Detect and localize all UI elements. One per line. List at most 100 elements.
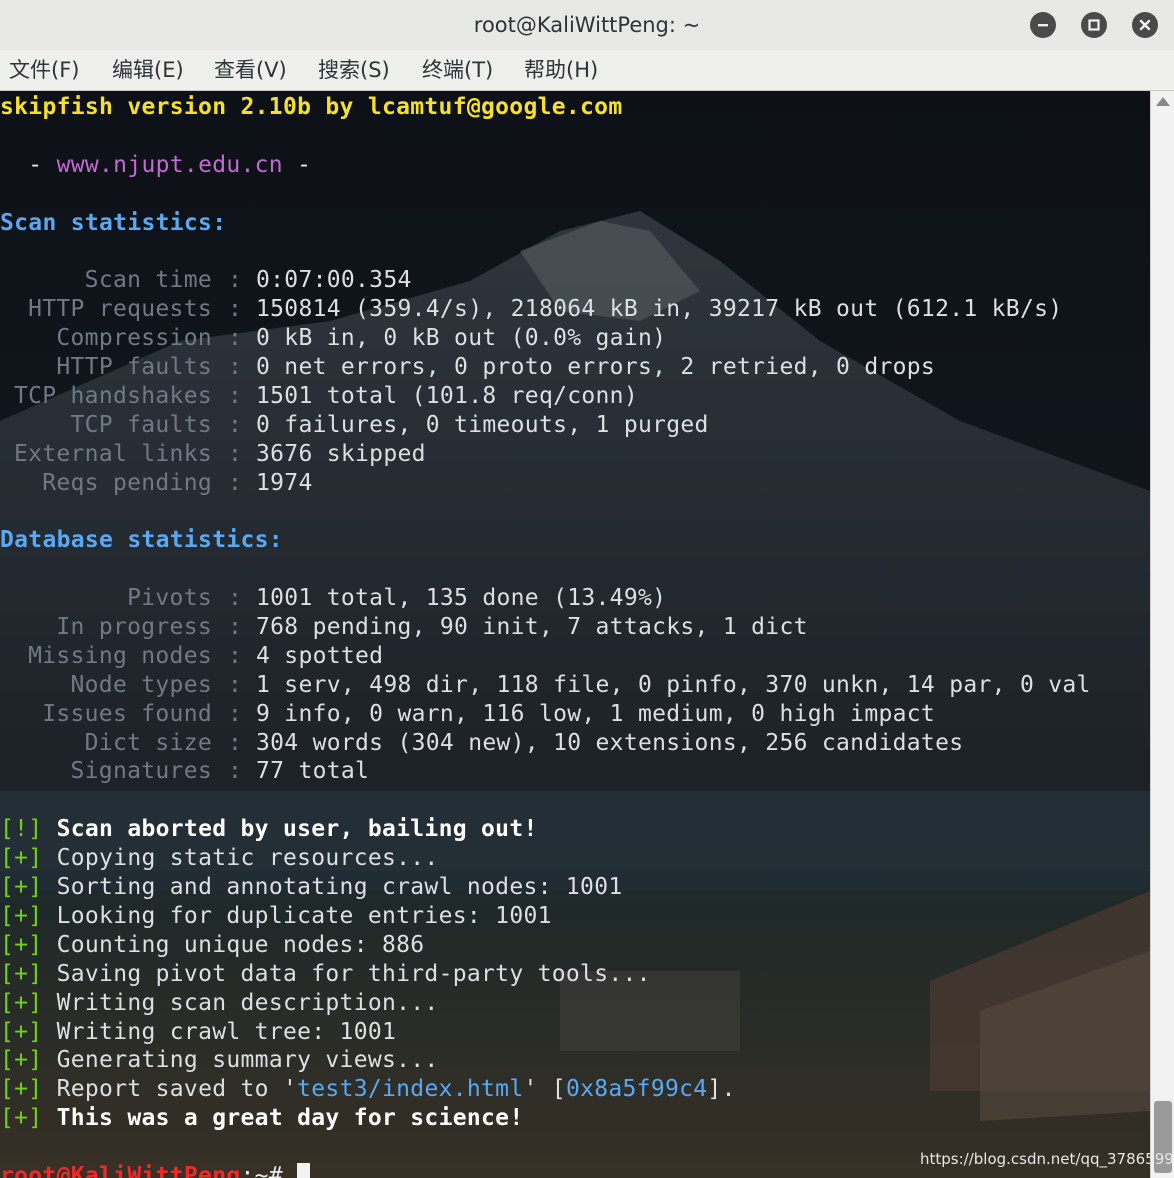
line-tag: [+] xyxy=(0,1105,43,1132)
stat-row: TCP handshakes:1501 total (101.8 req/con… xyxy=(13,382,638,409)
db-stats-heading: Database statistics: xyxy=(0,527,283,554)
stat-value: 77 total xyxy=(256,758,370,785)
stat-row: TCP faults:0 failures, 0 timeouts, 1 pur… xyxy=(70,411,709,438)
report-suffix: ]. xyxy=(707,1076,736,1103)
terminal-area[interactable]: skipfish version 2.10b by lcamtuf@google… xyxy=(0,91,1150,1178)
stat-value: 3676 skipped xyxy=(256,440,426,467)
line-text: Generating summary views... xyxy=(56,1047,439,1074)
line-tag: [+] xyxy=(0,845,43,872)
stat-value: 304 words (304 new), 10 extensions, 256 … xyxy=(256,729,964,756)
banner-line: skipfish version 2.10b by lcamtuf@google… xyxy=(0,94,623,120)
line-text: Counting unique nodes: 886 xyxy=(56,931,425,958)
stat-value: 0:07:00.354 xyxy=(256,267,412,294)
maximize-button[interactable] xyxy=(1081,12,1107,38)
stat-value: 1001 total, 135 done (13.49%) xyxy=(256,585,667,612)
menu-bar: 文件(F) 编辑(E) 查看(V) 搜索(S) 终端(T) 帮助(H) xyxy=(0,50,1174,91)
stat-value: 1501 total (101.8 req/conn) xyxy=(256,382,638,409)
minimize-button[interactable] xyxy=(1030,12,1056,38)
stat-value: 0 failures, 0 timeouts, 1 purged xyxy=(256,411,709,438)
close-button[interactable] xyxy=(1132,12,1158,38)
report-prefix: Report saved to ' xyxy=(56,1076,298,1103)
stat-value: 1 serv, 498 dir, 118 file, 0 pinfo, 370 … xyxy=(256,671,1091,698)
stat-value: 4 spotted xyxy=(256,642,384,669)
scroll-up-arrow-icon[interactable] xyxy=(1156,97,1170,106)
stat-label: TCP faults xyxy=(70,411,212,438)
log-line: [+] Counting unique nodes: 886 xyxy=(0,931,1150,960)
line-tag: [+] xyxy=(0,960,43,987)
abort-line: [!] Scan aborted by user, bailing out! xyxy=(0,815,1150,844)
stat-label: TCP handshakes xyxy=(13,382,212,409)
stat-row: Node types:1 serv, 498 dir, 118 file, 0 … xyxy=(70,671,1091,698)
stat-row: In progress:768 pending, 90 init, 7 atta… xyxy=(56,614,808,641)
stat-row: Signatures:77 total xyxy=(70,758,370,785)
stat-row: Reqs pending:1974 xyxy=(42,469,313,496)
line-tag: [+] xyxy=(0,931,43,958)
prompt-user-host: root@KaliWittPeng xyxy=(0,1162,241,1178)
stat-value: 150814 (359.4/s), 218064 kB in, 39217 kB… xyxy=(256,296,1063,323)
stat-row: Missing nodes:4 spotted xyxy=(28,642,384,669)
scan-stats-heading: Scan statistics: xyxy=(0,209,227,236)
menu-file[interactable]: 文件(F) xyxy=(9,50,79,90)
report-hash: 0x8a5f99c4 xyxy=(565,1076,708,1103)
line-tag: [!] xyxy=(0,816,43,843)
log-line: [+] Writing scan description... xyxy=(0,989,1150,1018)
line-text: Writing scan description... xyxy=(56,989,439,1016)
stat-row: Pivots:1001 total, 135 done (13.49%) xyxy=(127,585,667,612)
stat-label: Compression xyxy=(56,325,212,352)
terminal-output: skipfish version 2.10b by lcamtuf@google… xyxy=(0,93,1150,1178)
window-title: root@KaliWittPeng: ~ xyxy=(473,13,701,37)
line-text: Scan aborted by user, bailing out! xyxy=(56,816,538,843)
target-line: - www.njupt.edu.cn - xyxy=(0,151,312,178)
line-tag: [+] xyxy=(0,1047,43,1074)
log-line: [+] Copying static resources... xyxy=(0,844,1150,873)
stat-row: Compression:0 kB in, 0 kB out (0.0% gain… xyxy=(56,325,667,352)
line-text: This was a great day for science! xyxy=(56,1105,524,1132)
stat-row: HTTP requests:150814 (359.4/s), 218064 k… xyxy=(28,296,1063,323)
menu-search[interactable]: 搜索(S) xyxy=(318,50,390,90)
prompt-path: :~# xyxy=(240,1162,283,1178)
text-cursor xyxy=(297,1162,311,1178)
stat-value: 9 info, 0 warn, 116 low, 1 medium, 0 hig… xyxy=(256,700,936,727)
stat-label: Missing nodes xyxy=(28,642,212,669)
line-tag: [+] xyxy=(0,874,43,901)
stat-label: Issues found xyxy=(42,700,212,727)
log-line: [+] Generating summary views... xyxy=(0,1046,1150,1075)
report-line: [+] Report saved to 'test3/index.html' [… xyxy=(0,1075,1150,1104)
log-line: [+] Writing crawl tree: 1001 xyxy=(0,1018,1150,1047)
vertical-scrollbar[interactable] xyxy=(1150,91,1174,1178)
stat-label: Node types xyxy=(70,671,212,698)
stat-label: Scan time xyxy=(84,267,212,294)
line-tag: [+] xyxy=(0,1076,43,1103)
report-path: test3/index.html xyxy=(297,1076,524,1103)
line-text: Looking for duplicate entries: 1001 xyxy=(56,902,552,929)
final-line: [+] This was a great day for science! xyxy=(0,1104,1150,1133)
stat-value: 768 pending, 90 init, 7 attacks, 1 dict xyxy=(256,614,808,641)
line-tag: [+] xyxy=(0,902,43,929)
menu-terminal[interactable]: 终端(T) xyxy=(422,50,493,90)
stat-label: In progress xyxy=(56,614,212,641)
stat-row: Dict size:304 words (304 new), 10 extens… xyxy=(84,729,964,756)
menu-help[interactable]: 帮助(H) xyxy=(524,50,598,90)
menu-view[interactable]: 查看(V) xyxy=(214,50,287,90)
target-host: www.njupt.edu.cn xyxy=(56,151,283,178)
stat-row: HTTP faults:0 net errors, 0 proto errors… xyxy=(56,354,936,381)
menu-edit[interactable]: 编辑(E) xyxy=(112,50,184,90)
stat-label: Dict size xyxy=(84,729,212,756)
line-text: Writing crawl tree: 1001 xyxy=(56,1018,397,1045)
report-mid: ' [ xyxy=(523,1076,566,1103)
stat-value: 0 kB in, 0 kB out (0.0% gain) xyxy=(256,325,667,352)
stat-value: 1974 xyxy=(256,469,313,496)
line-tag: [+] xyxy=(0,1018,43,1045)
title-bar[interactable]: root@KaliWittPeng: ~ xyxy=(0,0,1174,50)
line-text: Saving pivot data for third-party tools.… xyxy=(56,960,651,987)
log-line: [+] Looking for duplicate entries: 1001 xyxy=(0,902,1150,931)
stat-label: Pivots xyxy=(127,585,212,612)
watermark-text: https://blog.csdn.net/qq_37865996 xyxy=(920,1150,1174,1168)
stat-row: External links:3676 skipped xyxy=(13,440,426,467)
terminal-window: root@KaliWittPeng: ~ 文件(F) 编辑(E) 查看(V) 搜… xyxy=(0,0,1174,1178)
stat-row: Issues found:9 info, 0 warn, 116 low, 1 … xyxy=(42,700,936,727)
line-text: Copying static resources... xyxy=(56,845,439,872)
stat-label: HTTP requests xyxy=(28,296,212,323)
stat-label: HTTP faults xyxy=(56,354,212,381)
stat-label: Signatures xyxy=(70,758,212,785)
